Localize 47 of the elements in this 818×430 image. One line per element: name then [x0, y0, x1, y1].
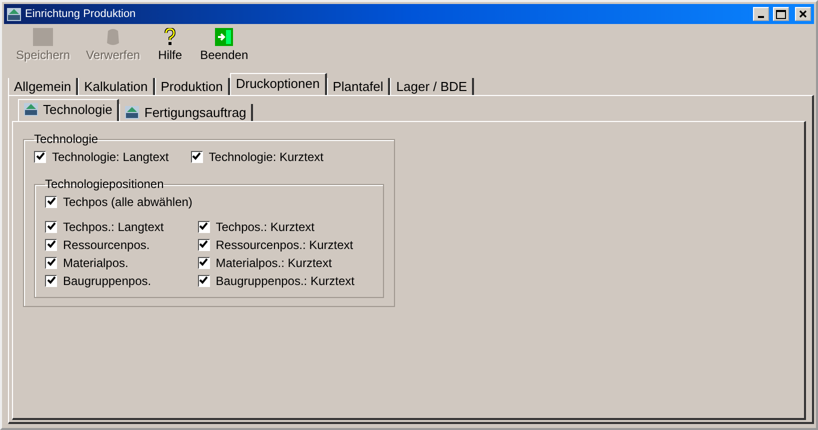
checkbox-text: Ressourcenpos. — [63, 238, 150, 252]
checkbox-text: Materialpos.: Kurztext — [216, 256, 332, 270]
app-icon — [7, 8, 21, 20]
toolbar-button[interactable]: Beenden — [194, 28, 254, 64]
checkbox[interactable] — [198, 256, 210, 268]
square-icon — [33, 28, 54, 46]
tab[interactable]: Fertigungsauftrag — [119, 104, 254, 121]
checkbox-text: Baugruppenpos. — [63, 274, 152, 288]
maximize-icon — [776, 10, 786, 18]
checkbox[interactable] — [198, 220, 210, 232]
close-button[interactable] — [795, 7, 811, 21]
checkbox[interactable] — [45, 238, 57, 250]
checkbox[interactable] — [45, 256, 57, 268]
checkbox[interactable] — [45, 196, 57, 208]
checkbox-text: Materialpos. — [63, 256, 128, 270]
checkbox-text: Ressourcenpos.: Kurztext — [216, 238, 354, 252]
tab[interactable]: Druckoptionen — [230, 73, 327, 95]
window-title: Einrichtung Produktion — [25, 8, 137, 20]
tab[interactable]: Plantafel — [326, 78, 390, 95]
blob-icon — [106, 28, 120, 46]
group-title: Technologiepositionen — [45, 177, 164, 191]
close-icon — [799, 10, 807, 18]
app-icon — [125, 106, 140, 119]
checkbox-text: Techpos.: Kurztext — [216, 220, 314, 234]
tab[interactable]: Technologie — [18, 99, 120, 121]
checkbox-text: Technologie: Langtext — [52, 150, 169, 164]
tab[interactable]: Lager / BDE — [390, 78, 474, 95]
question-mark-icon — [164, 28, 176, 46]
checkbox[interactable] — [45, 220, 57, 232]
tab[interactable]: Kalkulation — [78, 78, 155, 95]
checkbox[interactable] — [190, 150, 203, 162]
tab[interactable]: Produktion — [154, 78, 230, 95]
group-title: Technologie — [34, 132, 98, 146]
checkbox-text: Baugruppenpos.: Kurztext — [216, 274, 354, 288]
maximize-button[interactable] — [773, 7, 789, 21]
exit-door-icon — [215, 28, 234, 46]
toolbar-button[interactable]: Hilfe — [150, 28, 190, 64]
checkbox-text: Techpos.: Langtext — [63, 220, 164, 234]
minimize-button[interactable] — [753, 7, 769, 21]
checkbox-text: Technologie: Kurztext — [208, 150, 324, 164]
checkbox[interactable] — [34, 150, 46, 162]
checkbox[interactable] — [45, 274, 57, 286]
tab[interactable]: Allgemein — [8, 78, 78, 95]
checkbox[interactable] — [198, 274, 210, 286]
checkbox[interactable] — [198, 238, 210, 250]
app-icon — [24, 103, 38, 116]
checkbox-text: Techpos (alle abwählen) — [63, 194, 192, 208]
